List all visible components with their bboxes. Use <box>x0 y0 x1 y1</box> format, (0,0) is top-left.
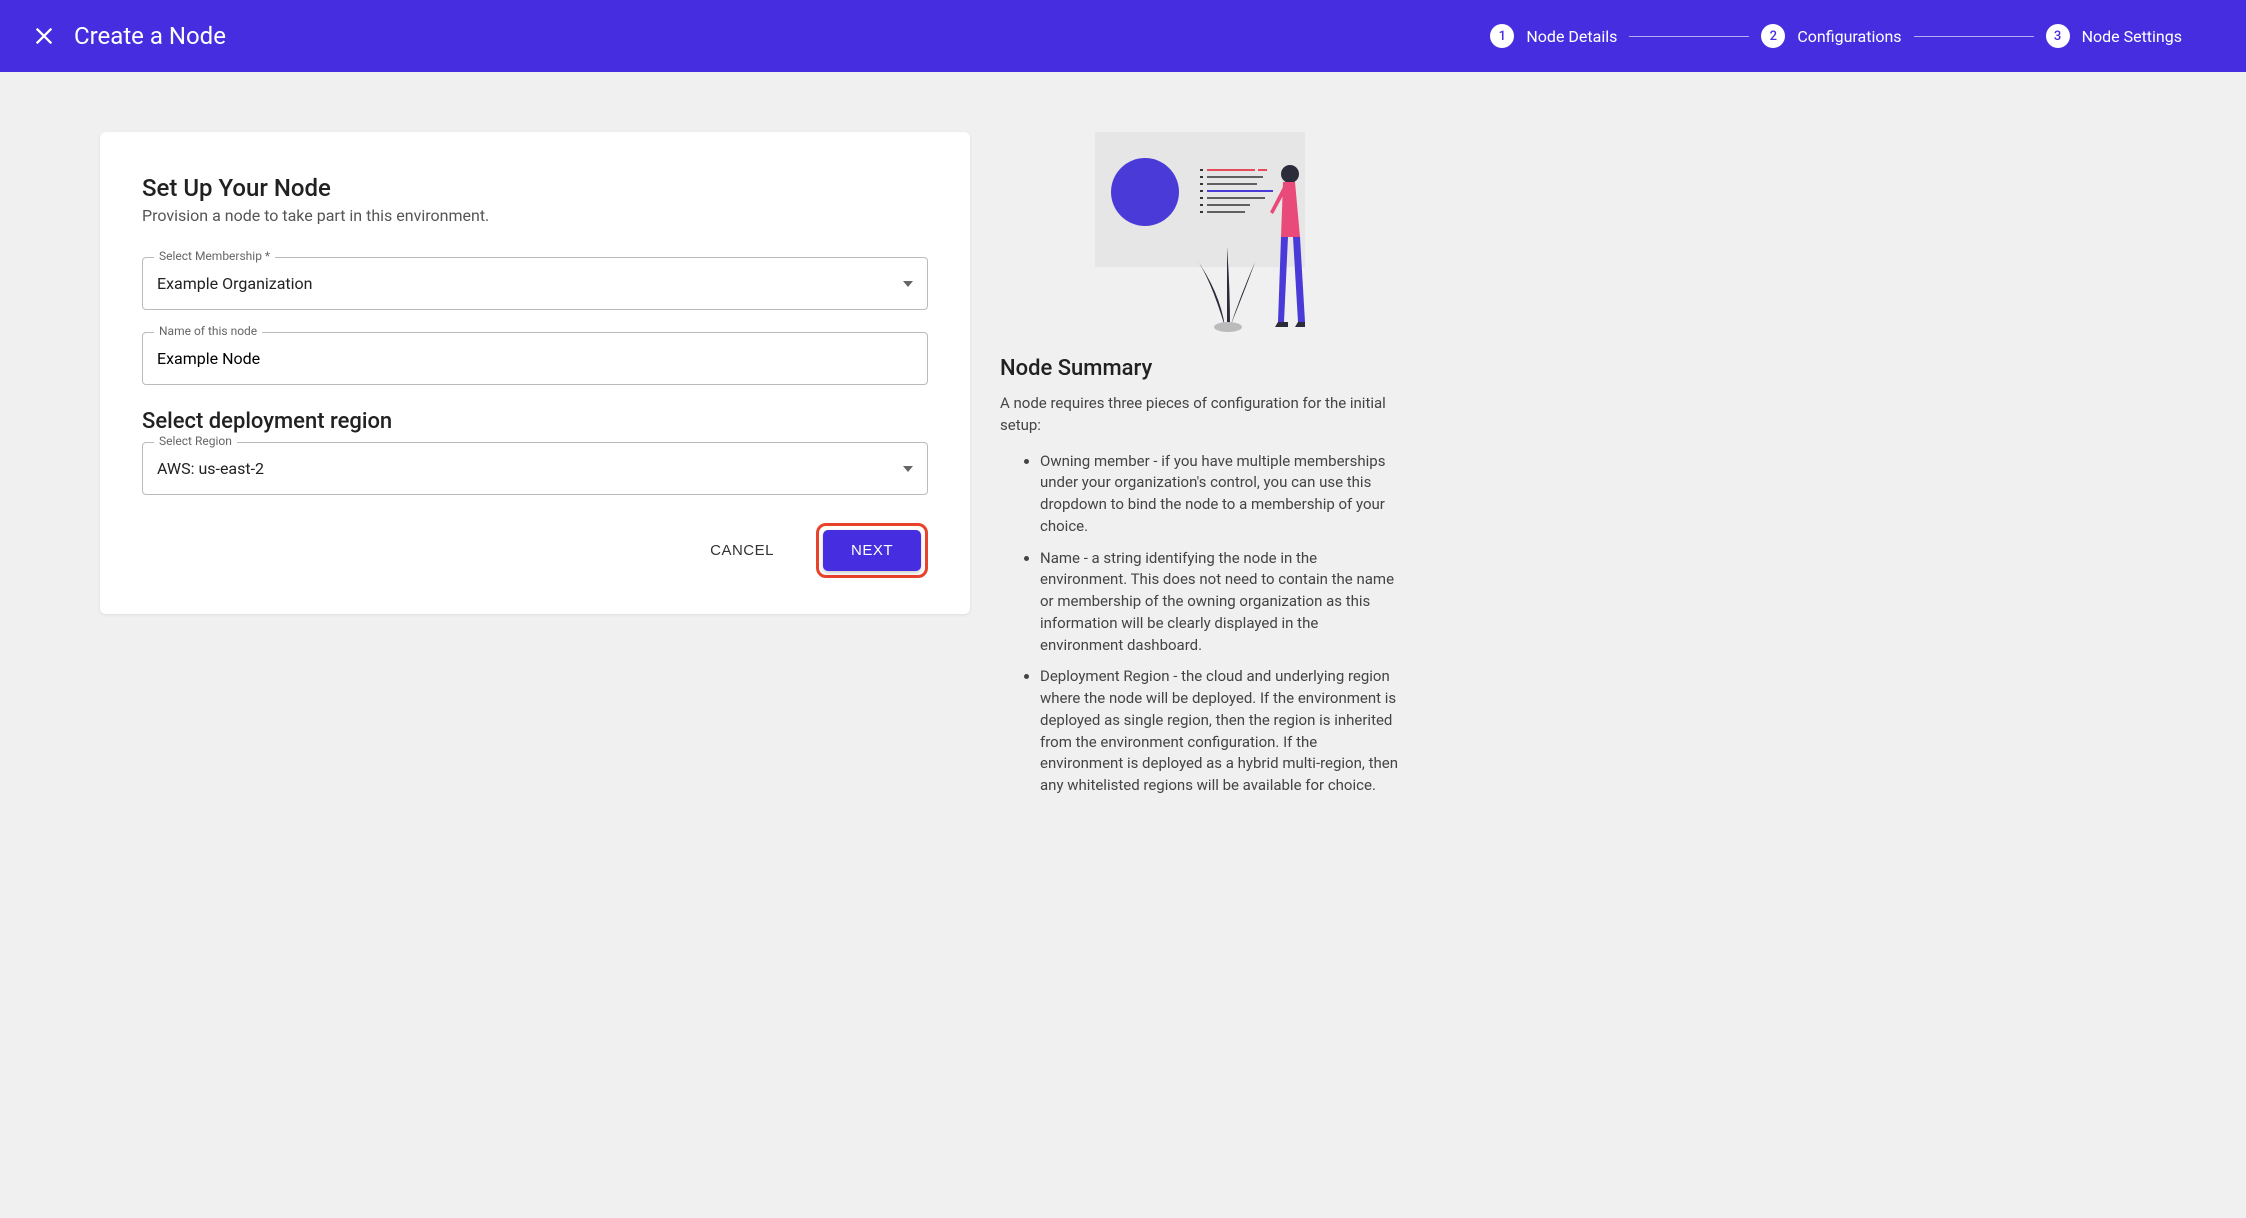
region-select[interactable]: AWS: us-east-2 <box>142 442 928 495</box>
form-card: Set Up Your Node Provision a node to tak… <box>100 132 970 614</box>
membership-select[interactable]: Example Organization <box>142 257 928 310</box>
region-label: Select Region <box>154 434 237 448</box>
step-1[interactable]: 1 Node Details <box>1490 24 1617 48</box>
membership-label: Select Membership * <box>154 249 275 263</box>
chevron-down-icon <box>903 466 913 472</box>
summary-illustration <box>1095 132 1305 332</box>
step-label: Configurations <box>1797 27 1901 46</box>
button-row: CANCEL NEXT <box>142 523 928 578</box>
step-number: 3 <box>2046 24 2070 48</box>
step-number: 1 <box>1490 24 1514 48</box>
step-connector <box>1629 36 1749 37</box>
node-name-label: Name of this node <box>154 324 262 338</box>
cancel-button[interactable]: CANCEL <box>696 532 788 569</box>
card-subtitle: Provision a node to take part in this en… <box>142 206 928 225</box>
main-content: Set Up Your Node Provision a node to tak… <box>0 72 1500 867</box>
summary-list: Owning member - if you have multiple mem… <box>1000 451 1400 797</box>
card-title: Set Up Your Node <box>142 174 928 202</box>
membership-field-wrapper: Select Membership * Example Organization <box>142 257 928 310</box>
summary-item: Owning member - if you have multiple mem… <box>1040 451 1400 538</box>
page-title: Create a Node <box>74 22 226 50</box>
summary-item: Deployment Region - the cloud and underl… <box>1040 666 1400 797</box>
step-connector <box>1914 36 2034 37</box>
step-label: Node Settings <box>2082 27 2182 46</box>
summary-item: Name - a string identifying the node in … <box>1040 548 1400 657</box>
summary-intro: A node requires three pieces of configur… <box>1000 393 1400 437</box>
region-section-title: Select deployment region <box>142 409 928 434</box>
step-number: 2 <box>1761 24 1785 48</box>
header-bar: Create a Node 1 Node Details 2 Configura… <box>0 0 2246 72</box>
step-3[interactable]: 3 Node Settings <box>2046 24 2182 48</box>
region-field-wrapper: Select Region AWS: us-east-2 <box>142 442 928 495</box>
summary-panel: Node Summary A node requires three piece… <box>1000 132 1400 807</box>
summary-title: Node Summary <box>1000 356 1400 381</box>
stepper: 1 Node Details 2 Configurations 3 Node S… <box>1490 24 2182 48</box>
node-name-field-wrapper: Name of this node <box>142 332 928 385</box>
next-button[interactable]: NEXT <box>823 530 921 571</box>
close-button[interactable] <box>24 16 64 56</box>
step-label: Node Details <box>1526 27 1617 46</box>
region-value: AWS: us-east-2 <box>157 459 264 478</box>
close-icon <box>33 25 55 47</box>
next-highlight: NEXT <box>816 523 928 578</box>
membership-value: Example Organization <box>157 274 313 293</box>
node-name-input[interactable] <box>142 332 928 385</box>
chevron-down-icon <box>903 281 913 287</box>
step-2[interactable]: 2 Configurations <box>1761 24 1901 48</box>
